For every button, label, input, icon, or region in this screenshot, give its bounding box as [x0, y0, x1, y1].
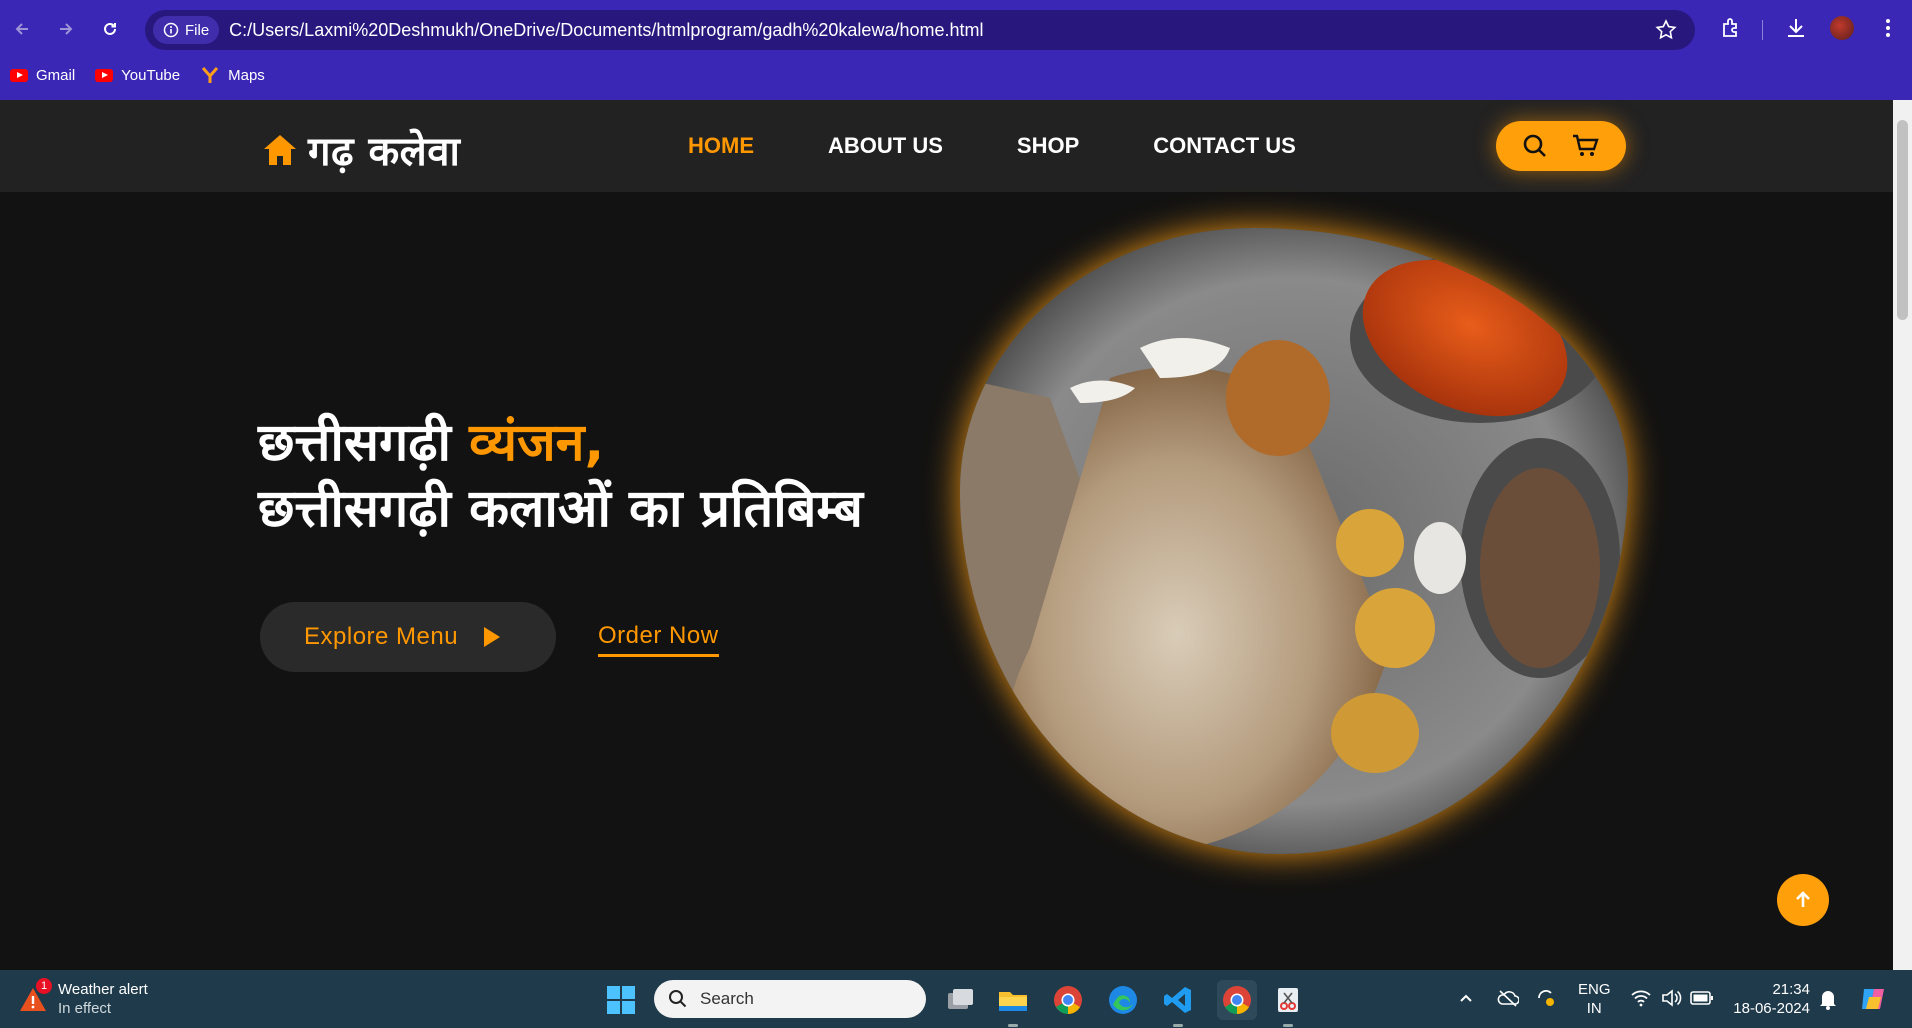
running-indicator — [1173, 1024, 1183, 1027]
notification-bell-icon[interactable] — [1818, 988, 1838, 1010]
explore-menu-button[interactable]: Explore Menu — [260, 602, 556, 672]
site-header: गढ़ कलेवा HOME ABOUT US SHOP CONTACT US — [0, 100, 1893, 192]
search-icon — [669, 990, 687, 1008]
cart-icon[interactable] — [1571, 132, 1601, 160]
back-to-top-button[interactable] — [1777, 874, 1829, 926]
vscode-icon[interactable] — [1162, 984, 1194, 1027]
running-indicator — [1283, 1024, 1293, 1027]
chrome-active-icon[interactable] — [1217, 980, 1257, 1020]
address-bar[interactable]: File C:/Users/Laxmi%20Deshmukh/OneDrive/… — [145, 10, 1695, 50]
nav-shop[interactable]: SHOP — [1017, 133, 1079, 159]
url-text: C:/Users/Laxmi%20Deshmukh/OneDrive/Docum… — [229, 19, 984, 40]
site-info-chip[interactable]: File — [153, 16, 220, 44]
main-nav: HOME ABOUT US SHOP CONTACT US — [688, 133, 1296, 159]
order-now-link[interactable]: Order Now — [598, 622, 719, 657]
page-scrollbar[interactable] — [1893, 100, 1912, 970]
weather-title: Weather alert — [58, 981, 148, 998]
back-icon[interactable] — [8, 15, 36, 43]
chevron-up-icon[interactable] — [1458, 990, 1474, 1006]
gmail-icon — [10, 68, 28, 82]
arrow-up-icon — [1796, 891, 1810, 907]
language-indicator[interactable]: ENG IN — [1578, 980, 1611, 1018]
youtube-icon — [95, 68, 114, 82]
clock-time: 21:34 — [1772, 981, 1810, 998]
food-image — [960, 228, 1628, 854]
download-icon[interactable] — [1784, 16, 1808, 40]
chrome-icon[interactable] — [1052, 984, 1084, 1016]
logo-text: गढ़ कलेवा — [308, 129, 461, 175]
weather-badge: 1 — [36, 978, 52, 994]
maps-icon — [201, 67, 219, 83]
bookmark-star-icon[interactable] — [1655, 19, 1677, 41]
site-logo[interactable]: गढ़ कलेवा — [262, 122, 460, 177]
weather-widget[interactable]: 1 Weather alert In effect — [18, 978, 148, 1018]
dosa-plate-illustration — [960, 228, 1628, 854]
reload-icon[interactable] — [96, 15, 124, 43]
browser-toolbar: File C:/Users/Laxmi%20Deshmukh/OneDrive/… — [0, 8, 1912, 50]
windows-start-icon[interactable] — [606, 985, 636, 1015]
nav-home[interactable]: HOME — [688, 133, 754, 159]
bookmark-youtube[interactable]: YouTube — [95, 67, 180, 84]
bookmark-maps[interactable]: Maps — [200, 66, 265, 84]
sync-icon[interactable] — [1535, 987, 1557, 1009]
nav-contact-us[interactable]: CONTACT US — [1153, 133, 1296, 159]
clock-date: 18-06-2024 — [1733, 1000, 1810, 1017]
file-explorer-icon[interactable] — [997, 984, 1029, 1027]
hero-section: छत्तीसगढ़ी व्यंजन, छत्तीसगढ़ी कलाओं का प… — [0, 192, 1893, 970]
bookmark-gmail[interactable]: Gmail — [10, 67, 75, 84]
headline-part: छत्तीसगढ़ी — [258, 413, 470, 473]
browser-chrome: File C:/Users/Laxmi%20Deshmukh/OneDrive/… — [0, 0, 1912, 100]
explore-menu-label: Explore Menu — [304, 623, 459, 650]
forward-icon[interactable] — [52, 15, 80, 43]
taskbar-search-label: Search — [700, 989, 754, 1008]
bookmarks-bar: Gmail YouTube Maps — [0, 62, 265, 88]
info-icon — [163, 22, 179, 38]
task-view-icon[interactable] — [944, 984, 976, 1016]
taskbar-search[interactable]: Search — [654, 980, 926, 1018]
headline-highlight: व्यंजन, — [469, 413, 605, 473]
nav-about-us[interactable]: ABOUT US — [828, 133, 943, 159]
play-arrow-icon — [484, 627, 501, 647]
hero-headline: छत्तीसगढ़ी व्यंजन, छत्तीसगढ़ी कलाओं का प… — [258, 410, 863, 542]
wifi-icon[interactable] — [1630, 988, 1652, 1008]
home-icon — [264, 134, 296, 165]
battery-icon[interactable] — [1690, 990, 1714, 1006]
toolbar-divider — [1762, 20, 1763, 40]
language-line2: IN — [1586, 1000, 1602, 1017]
windows-taskbar: 1 Weather alert In effect Search ENG IN … — [0, 970, 1912, 1028]
more-menu-icon[interactable] — [1876, 16, 1900, 40]
edge-icon[interactable] — [1107, 984, 1139, 1016]
bookmark-label: Gmail — [36, 66, 76, 84]
header-actions — [1496, 121, 1626, 171]
bookmark-label: Maps — [228, 66, 265, 84]
scrollbar-thumb[interactable] — [1897, 120, 1908, 320]
snipping-tool-icon[interactable] — [1272, 984, 1304, 1027]
running-indicator — [1008, 1024, 1018, 1027]
weather-alert-icon: 1 — [18, 978, 52, 1014]
onedrive-icon[interactable] — [1497, 988, 1519, 1008]
profile-avatar[interactable] — [1830, 16, 1854, 40]
clock[interactable]: 21:34 18-06-2024 — [1730, 980, 1810, 1018]
weather-sub: In effect — [58, 1000, 112, 1017]
language-line1: ENG — [1578, 981, 1611, 998]
headline-line2: छत्तीसगढ़ी कलाओं का प्रतिबिम्ब — [258, 479, 863, 539]
extensions-icon[interactable] — [1719, 16, 1743, 40]
search-icon[interactable] — [1521, 132, 1549, 160]
bookmark-label: YouTube — [121, 66, 181, 84]
volume-icon[interactable] — [1660, 988, 1682, 1008]
copilot-icon[interactable] — [1858, 985, 1890, 1013]
file-label: File — [185, 21, 210, 39]
weather-text: Weather alert In effect — [58, 980, 148, 1018]
